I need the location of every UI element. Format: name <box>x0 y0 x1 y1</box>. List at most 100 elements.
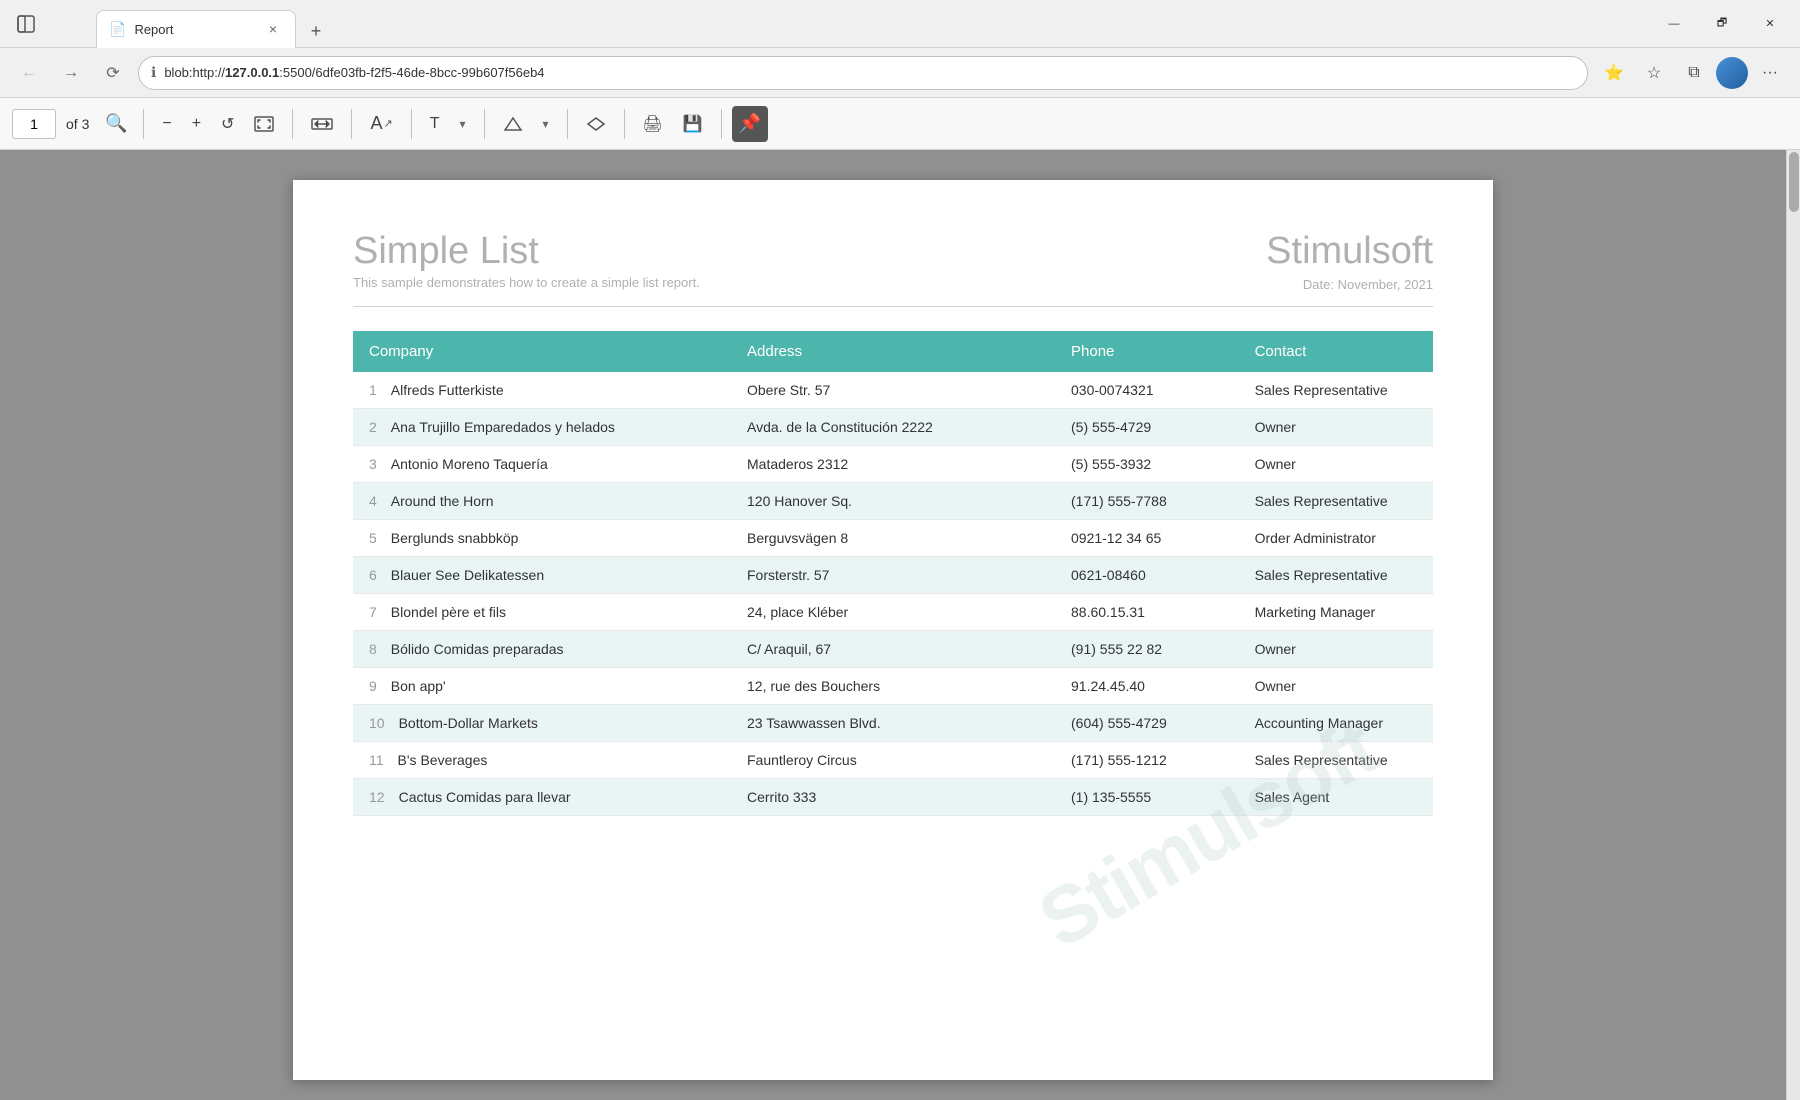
row-phone: 0621-08460 <box>1055 557 1239 594</box>
row-contact: Owner <box>1239 409 1433 446</box>
row-address: Mataderos 2312 <box>731 446 1055 483</box>
maximize-button[interactable]: 🗗 <box>1700 8 1744 40</box>
row-number: 5Berglunds snabbköp <box>353 520 731 557</box>
url-prefix: blob:http:// <box>164 65 225 80</box>
pin-button[interactable]: 📌 <box>732 106 768 142</box>
scrollbar[interactable] <box>1786 150 1800 1100</box>
divider-2 <box>292 109 293 139</box>
fit-width-button[interactable] <box>303 107 341 141</box>
profile-avatar[interactable] <box>1716 57 1748 89</box>
row-phone: (171) 555-7788 <box>1055 483 1239 520</box>
pdf-page: Simple List This sample demonstrates how… <box>293 180 1493 1080</box>
pdf-search-button[interactable]: 🔍 <box>99 107 133 141</box>
zoom-out-button[interactable]: − <box>154 107 179 141</box>
active-tab[interactable]: 📄 Report × <box>96 10 296 48</box>
title-bar: 📄 Report × + — 🗗 ✕ <box>0 0 1800 48</box>
row-address: Fauntleroy Circus <box>731 742 1055 779</box>
divider-6 <box>567 109 568 139</box>
browser-content: Simple List This sample demonstrates how… <box>0 150 1800 1100</box>
url-text: blob:http://127.0.0.1:5500/6dfe03fb-f2f5… <box>164 65 1575 80</box>
window-controls: — 🗗 ✕ <box>1652 8 1792 40</box>
row-phone: (1) 135-5555 <box>1055 779 1239 816</box>
row-address: C/ Araquil, 67 <box>731 631 1055 668</box>
tab-title: Report <box>134 22 255 37</box>
report-brand: Stimulsoft <box>1266 230 1433 273</box>
table-row: 2Ana Trujillo Emparedados y heladosAvda.… <box>353 409 1433 446</box>
row-address: 24, place Kléber <box>731 594 1055 631</box>
divider-5 <box>484 109 485 139</box>
row-address: Cerrito 333 <box>731 779 1055 816</box>
table-row: 9Bon app'12, rue des Bouchers91.24.45.40… <box>353 668 1433 705</box>
scrollbar-thumb[interactable] <box>1789 152 1799 212</box>
row-phone: (5) 555-4729 <box>1055 409 1239 446</box>
row-address: Forsterstr. 57 <box>731 557 1055 594</box>
col-header-contact: Contact <box>1239 331 1433 372</box>
col-header-address: Address <box>731 331 1055 372</box>
save-button[interactable]: 💾 <box>675 107 711 141</box>
address-bar: ← → ⟳ ℹ blob:http://127.0.0.1:5500/6dfe0… <box>0 48 1800 98</box>
highlight-dropdown[interactable]: ▾ <box>535 107 557 141</box>
rotate-button[interactable]: ↺ <box>213 107 242 141</box>
row-number: 4Around the Horn <box>353 483 731 520</box>
page-number-input[interactable] <box>12 109 56 139</box>
row-contact: Order Administrator <box>1239 520 1433 557</box>
back-button[interactable]: ← <box>12 56 46 90</box>
table-row: 10Bottom-Dollar Markets23 Tsawwassen Blv… <box>353 705 1433 742</box>
row-phone: (5) 555-3932 <box>1055 446 1239 483</box>
row-address: Avda. de la Constitución 2222 <box>731 409 1055 446</box>
row-contact: Sales Representative <box>1239 483 1433 520</box>
col-header-company: Company <box>353 331 731 372</box>
divider-1 <box>143 109 144 139</box>
report-table: Company Address Phone Contact 1Alfreds F… <box>353 331 1433 816</box>
url-host: 127.0.0.1 <box>225 65 279 80</box>
collections-btn[interactable]: ⧉ <box>1676 55 1712 91</box>
minimize-button[interactable]: — <box>1652 8 1696 40</box>
info-icon: ℹ <box>151 64 156 81</box>
row-number: 11B's Beverages <box>353 742 731 779</box>
row-phone: 0921-12 34 65 <box>1055 520 1239 557</box>
table-row: 12Cactus Comidas para llevarCerrito 333(… <box>353 779 1433 816</box>
row-number: 10Bottom-Dollar Markets <box>353 705 731 742</box>
favorites-security-btn[interactable]: ⭐ <box>1596 55 1632 91</box>
pdf-viewer[interactable]: Simple List This sample demonstrates how… <box>0 150 1786 1100</box>
highlight-button[interactable] <box>495 107 531 141</box>
table-row: 6Blauer See DelikatessenForsterstr. 5706… <box>353 557 1433 594</box>
favorites-btn[interactable]: ☆ <box>1636 55 1672 91</box>
row-contact: Marketing Manager <box>1239 594 1433 631</box>
draw-dropdown[interactable]: ▾ <box>451 107 473 141</box>
forward-button[interactable]: → <box>54 56 88 90</box>
row-address: Berguvsvägen 8 <box>731 520 1055 557</box>
row-number: 1Alfreds Futterkiste <box>353 372 731 409</box>
table-row: 1Alfreds FutterkisteObere Str. 57030-007… <box>353 372 1433 409</box>
row-number: 7Blondel père et fils <box>353 594 731 631</box>
row-phone: (604) 555-4729 <box>1055 705 1239 742</box>
row-contact: Owner <box>1239 631 1433 668</box>
url-bar[interactable]: ℹ blob:http://127.0.0.1:5500/6dfe03fb-f2… <box>138 56 1588 90</box>
header-left: Simple List This sample demonstrates how… <box>353 230 700 290</box>
row-phone: (171) 555-1212 <box>1055 742 1239 779</box>
row-contact: Accounting Manager <box>1239 705 1433 742</box>
report-subtitle: This sample demonstrates how to create a… <box>353 275 700 290</box>
print-button[interactable]: 🖨 <box>635 107 671 141</box>
draw-button[interactable]: T <box>422 107 448 141</box>
settings-btn[interactable]: ··· <box>1752 55 1788 91</box>
erase-button[interactable] <box>578 107 614 141</box>
col-header-phone: Phone <box>1055 331 1239 372</box>
zoom-in-button[interactable]: + <box>184 107 209 141</box>
row-contact: Owner <box>1239 446 1433 483</box>
report-header: Simple List This sample demonstrates how… <box>353 230 1433 292</box>
browser-toolbar-right: ⭐ ☆ ⧉ ··· <box>1596 55 1788 91</box>
table-header-row: Company Address Phone Contact <box>353 331 1433 372</box>
row-number: 8Bólido Comidas preparadas <box>353 631 731 668</box>
refresh-button[interactable]: ⟳ <box>96 56 130 90</box>
sidebar-toggle-button[interactable] <box>8 6 44 42</box>
tab-close-button[interactable]: × <box>263 19 283 39</box>
row-address: 12, rue des Bouchers <box>731 668 1055 705</box>
row-phone: (91) 555 22 82 <box>1055 631 1239 668</box>
fit-page-button[interactable] <box>246 107 282 141</box>
new-tab-button[interactable]: + <box>300 16 332 48</box>
row-contact: Sales Agent <box>1239 779 1433 816</box>
text-select-button[interactable]: A ↗ <box>362 107 400 141</box>
close-button[interactable]: ✕ <box>1748 8 1792 40</box>
table-row: 11B's BeveragesFauntleroy Circus(171) 55… <box>353 742 1433 779</box>
